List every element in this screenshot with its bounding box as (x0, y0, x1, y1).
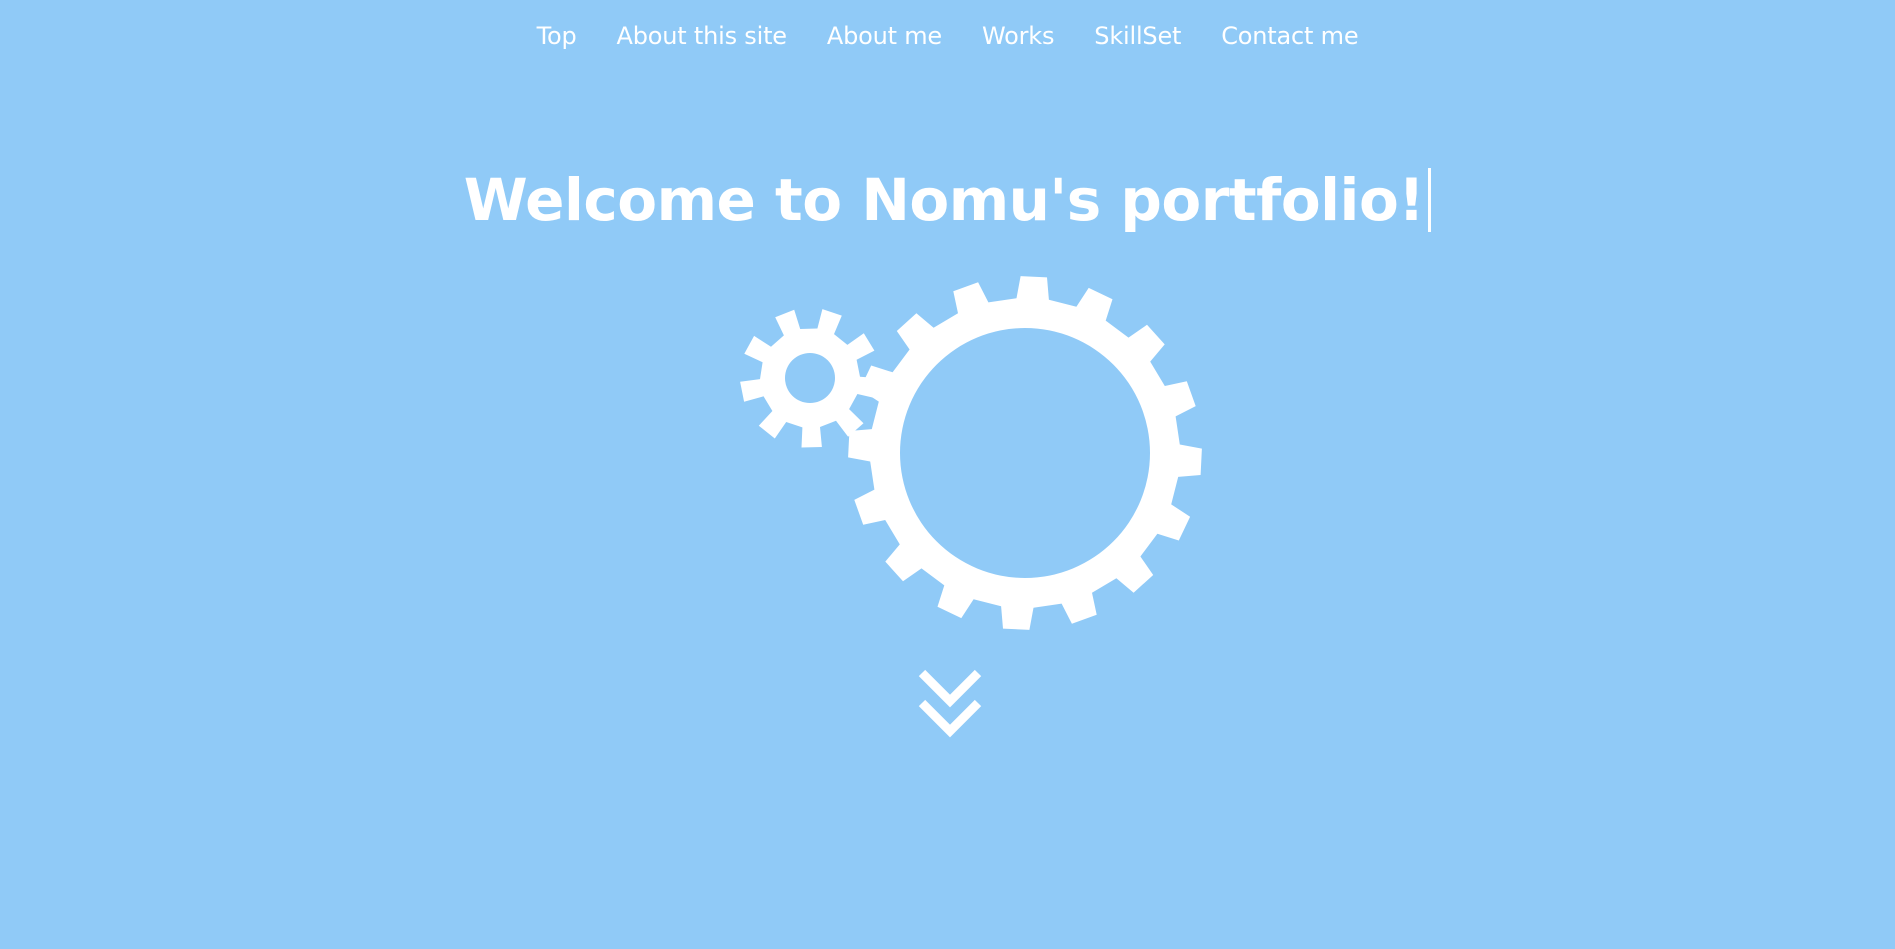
nav-link-works[interactable]: Works (982, 24, 1054, 48)
nav-link-about-me[interactable]: About me (827, 24, 942, 48)
nav-link-skillset[interactable]: SkillSet (1094, 24, 1181, 48)
main-nav: Top About this site About me Works Skill… (0, 0, 1895, 72)
nav-link-about-this-site[interactable]: About this site (617, 24, 788, 48)
typing-cursor (1428, 168, 1432, 232)
hero-title-text: Welcome to Nomu's portfolio! (463, 166, 1425, 234)
hero-title: Welcome to Nomu's portfolio! (0, 168, 1895, 233)
nav-link-contact-me[interactable]: Contact me (1221, 24, 1358, 48)
small-gear-icon (740, 309, 880, 448)
nav-link-top[interactable]: Top (537, 24, 577, 48)
gears-illustration (740, 276, 1202, 630)
large-gear-icon (848, 276, 1202, 630)
double-chevron-down-icon[interactable] (917, 668, 983, 744)
